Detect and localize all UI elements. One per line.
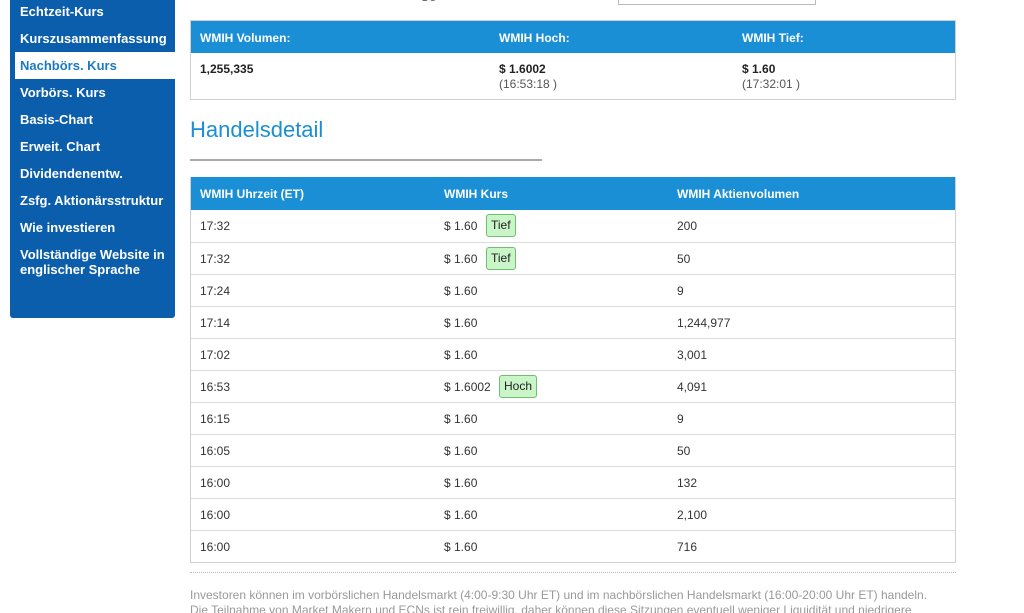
- column-header-time: WMIH Uhrzeit (ET): [200, 187, 304, 201]
- column-header-price: WMIH Kurs: [444, 187, 508, 201]
- cell-time: 16:05: [200, 444, 231, 458]
- table-row: 16:00 $ 1.60 2,100: [191, 498, 955, 530]
- cell-time: 17:14: [200, 316, 231, 330]
- column-header-volume: WMIH Aktienvolumen: [677, 187, 800, 201]
- cell-price: $ 1.6002: [444, 380, 491, 394]
- summary-low-value: $ 1.60: [742, 62, 776, 76]
- top-input-field[interactable]: [618, 0, 816, 5]
- sidebar-item-wie-investieren[interactable]: Wie investieren: [10, 214, 175, 241]
- summary-high-value: $ 1.6002: [499, 62, 546, 76]
- cell-price: $ 1.60: [444, 412, 478, 426]
- sidebar-item-basis-chart[interactable]: Basis-Chart: [10, 106, 175, 133]
- cell-price: $ 1.60: [444, 316, 478, 330]
- title-divider: [190, 159, 542, 161]
- table-row: 17:32 $ 1.60 Tief 50: [191, 242, 955, 274]
- price-badge-hoch: Hoch: [499, 375, 538, 398]
- cell-volume: 9: [677, 284, 684, 298]
- table-row: 16:15 $ 1.60 9: [191, 402, 955, 434]
- sidebar-item-kurszusammenfassung[interactable]: Kurszusammenfassung: [10, 25, 175, 52]
- cell-time: 16:00: [200, 540, 231, 554]
- sidebar-item-erweit-chart[interactable]: Erweit. Chart: [10, 133, 175, 160]
- price-badge-tief: Tief: [486, 214, 516, 237]
- summary-low-time: (17:32:01 ): [742, 77, 801, 91]
- cell-time: 16:00: [200, 476, 231, 490]
- cell-price: $ 1.60: [444, 476, 478, 490]
- footnote-line-2: Die Teilnahme von Market Makern und ECNs…: [190, 603, 912, 613]
- cell-price: $ 1.60: [444, 252, 478, 266]
- table-row: 16:00 $ 1.60 132: [191, 466, 955, 498]
- cell-time: 16:15: [200, 412, 231, 426]
- table-row: 16:05 $ 1.60 50: [191, 434, 955, 466]
- cell-time: 16:00: [200, 508, 231, 522]
- sidebar-item-aktionaersstruktur[interactable]: Zsfg. Aktionärsstruktur: [10, 187, 175, 214]
- sidebar-item-englische-website[interactable]: Vollständige Website in englischer Sprac…: [10, 241, 175, 283]
- cell-volume: 50: [677, 444, 691, 458]
- summary-high-time: (16:53:18 ): [499, 77, 558, 91]
- price-badge-tief: Tief: [486, 247, 516, 270]
- table-row: 17:24 $ 1.60 9: [191, 274, 955, 306]
- summary-body: 1,255,335 $ 1.6002 (16:53:18 ) $ 1.60 (1…: [191, 53, 955, 99]
- cell-price: $ 1.60: [444, 444, 478, 458]
- top-label-fragment: Ge: [420, 0, 436, 4]
- footnote-line-1: Investoren können im vorbörslichen Hande…: [190, 588, 928, 602]
- cell-price: $ 1.60: [444, 219, 478, 233]
- cell-volume: 4,091: [677, 380, 708, 394]
- cell-volume: 50: [677, 252, 691, 266]
- cell-volume: 2,100: [677, 508, 708, 522]
- table-row: 16:53 $ 1.6002 Hoch 4,091: [191, 370, 955, 402]
- summary-header-low: WMIH Tief:: [742, 31, 804, 45]
- detail-rows: 17:32 $ 1.60 Tief 200 17:32 $ 1.60 Tief 50 17:24…: [191, 210, 955, 562]
- cell-volume: 200: [677, 219, 698, 233]
- cell-price: $ 1.60: [444, 284, 478, 298]
- cell-time: 16:53: [200, 380, 231, 394]
- summary-low-cell: $ 1.60 (17:32:01 ): [742, 62, 800, 92]
- table-row: 17:32 $ 1.60 Tief 200: [191, 210, 955, 242]
- sidebar-item-echtzeit-kurs[interactable]: Echtzeit-Kurs: [10, 0, 175, 25]
- summary-volume-value: 1,255,335: [200, 62, 254, 76]
- sidebar-item-vorboers-kurs[interactable]: Vorbörs. Kurs: [10, 79, 175, 106]
- footnote-divider: [190, 572, 956, 573]
- sidebar-item-nachboers-kurs[interactable]: Nachbörs. Kurs: [15, 52, 175, 79]
- cell-price: $ 1.60: [444, 540, 478, 554]
- summary-table: WMIH Volumen: WMIH Hoch: WMIH Tief: 1,25…: [190, 20, 956, 100]
- summary-header-high: WMIH Hoch:: [499, 31, 570, 45]
- cell-volume: 716: [677, 540, 698, 554]
- summary-header-volume: WMIH Volumen:: [200, 31, 291, 45]
- table-row: 17:02 $ 1.60 3,001: [191, 338, 955, 370]
- summary-header: WMIH Volumen: WMIH Hoch: WMIH Tief:: [191, 21, 955, 53]
- cell-price: $ 1.60: [444, 348, 478, 362]
- detail-header: WMIH Uhrzeit (ET) WMIH Kurs WMIH Aktienv…: [191, 177, 955, 210]
- cell-volume: 9: [677, 412, 684, 426]
- trade-detail-table: WMIH Uhrzeit (ET) WMIH Kurs WMIH Aktienv…: [190, 177, 956, 563]
- cell-volume: 3,001: [677, 348, 708, 362]
- page-title: Handelsdetail: [190, 117, 324, 142]
- cell-volume: 1,244,977: [677, 316, 731, 330]
- footnote: Investoren können im vorbörslichen Hande…: [190, 588, 960, 613]
- cell-time: 17:32: [200, 252, 231, 266]
- table-row: 16:00 $ 1.60 716: [191, 530, 955, 562]
- cell-time: 17:02: [200, 348, 231, 362]
- cell-time: 17:32: [200, 219, 231, 233]
- cell-time: 17:24: [200, 284, 231, 298]
- table-row: 17:14 $ 1.60 1,244,977: [191, 306, 955, 338]
- cell-price: $ 1.60: [444, 508, 478, 522]
- cell-volume: 132: [677, 476, 698, 490]
- summary-volume-cell: 1,255,335: [200, 62, 253, 77]
- sidebar-item-dividendenentw[interactable]: Dividendenentw.: [10, 160, 175, 187]
- sidebar-nav: Echtzeit-Kurs Kurszusammenfassung Nachbö…: [10, 0, 175, 318]
- summary-high-cell: $ 1.6002 (16:53:18 ): [499, 62, 557, 92]
